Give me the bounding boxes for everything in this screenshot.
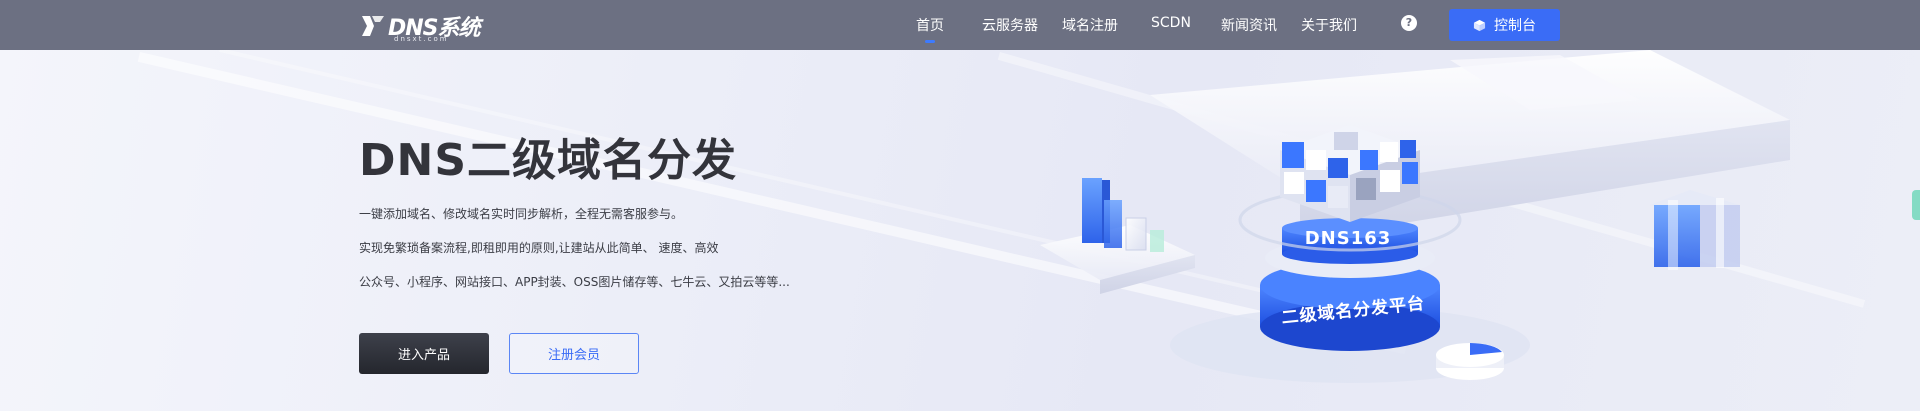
- background-stripe: [997, 52, 1866, 308]
- nav-home[interactable]: 首页: [916, 15, 944, 43]
- console-label: 控制台: [1494, 18, 1536, 34]
- console-button[interactable]: 控制台: [1449, 9, 1560, 41]
- logo-mark-icon: [362, 16, 384, 36]
- register-member-button[interactable]: 注册会员: [509, 333, 639, 374]
- hero-line-2: 实现免繁琐备案流程,即租即用的原则,让建站从此简单、 速度、高效: [359, 241, 719, 255]
- nav-news[interactable]: 新闻资讯: [1221, 15, 1277, 35]
- background-stripe: [137, 52, 1407, 355]
- top-navbar: DNS系统 dnsxt.com 首页 云服务器 域名注册 SCDN 新闻资讯 关…: [0, 0, 1920, 50]
- enter-product-button[interactable]: 进入产品: [359, 333, 489, 374]
- hero-line-1: 一键添加域名、修改域名实时同步解析，全程无需客服参与。: [359, 207, 684, 221]
- edge-accent: [1912, 190, 1920, 220]
- pedestal-label-top: DNS163: [1304, 228, 1392, 249]
- nav-domain-register[interactable]: 域名注册: [1062, 15, 1118, 35]
- help-icon[interactable]: ?: [1401, 15, 1417, 31]
- nav-about[interactable]: 关于我们: [1301, 15, 1357, 35]
- nav-scdn[interactable]: SCDN: [1151, 15, 1191, 31]
- cube-icon: [1473, 19, 1486, 31]
- site-logo[interactable]: DNS系统 dnsxt.com: [360, 9, 481, 43]
- hero-line-3: 公众号、小程序、网站接口、APP封装、OSS图片储存等、七牛云、又拍云等等...: [359, 275, 790, 289]
- logo-subtitle: dnsxt.com: [394, 35, 449, 43]
- nav-cloud-server[interactable]: 云服务器: [982, 15, 1038, 35]
- hero-banner: [0, 0, 1920, 411]
- hero-title: DNS二级域名分发: [359, 135, 738, 186]
